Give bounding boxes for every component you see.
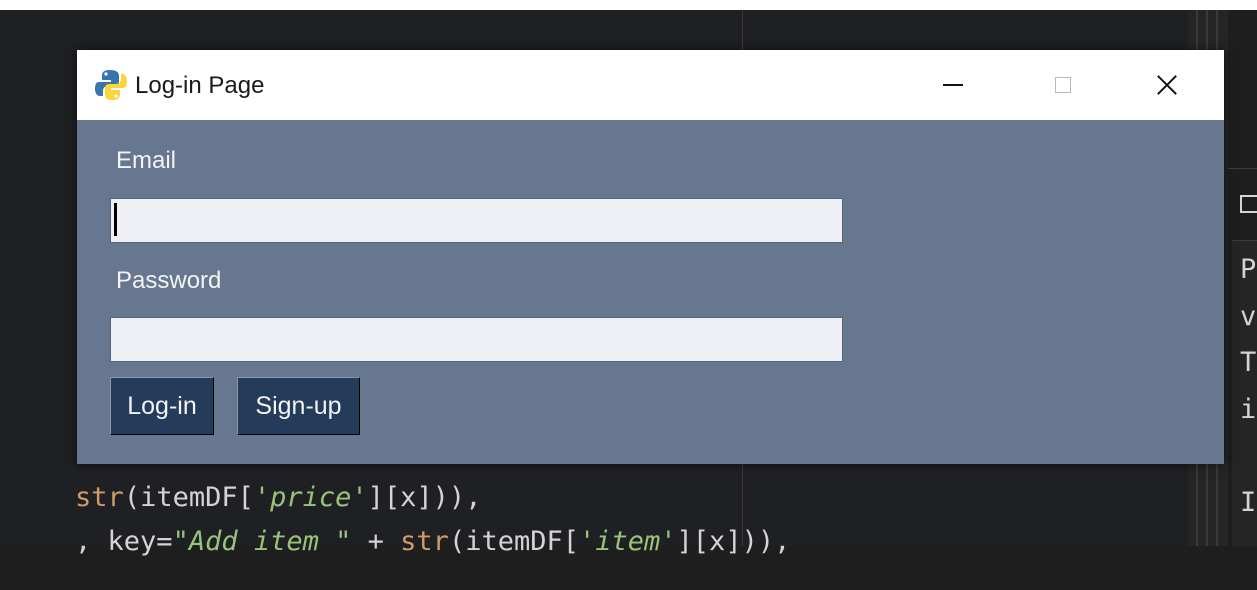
code-fragment: +	[351, 526, 401, 557]
minimize-icon	[943, 84, 963, 86]
code-fragment: str	[400, 526, 449, 557]
code-line: , key="Add item " + str(itemDF['item'][x…	[10, 494, 790, 590]
maximize-button[interactable]	[1013, 50, 1113, 120]
checkbox-icon[interactable]	[1240, 195, 1257, 213]
maximize-icon	[1055, 77, 1071, 93]
email-field[interactable]	[110, 198, 843, 243]
login-window: Log-in Page Email Password Log-in Sign-u…	[77, 50, 1224, 464]
close-button[interactable]	[1117, 50, 1217, 120]
code-fragment: "Add item "	[172, 526, 352, 557]
code-fragment: (itemDF[	[448, 526, 579, 557]
code-fragment: 'item'	[579, 526, 677, 557]
code-fragment: ][x])),	[676, 526, 791, 557]
window-title: Log-in Page	[135, 72, 265, 99]
code-fragment: , key=	[75, 526, 173, 557]
panel-text: P	[1240, 254, 1257, 285]
panel-divider	[1228, 168, 1257, 169]
panel-text: I	[1240, 487, 1257, 518]
login-button[interactable]: Log-in	[110, 377, 214, 435]
python-icon	[95, 70, 127, 100]
panel-text: T	[1240, 347, 1257, 378]
top-strip	[0, 0, 1257, 10]
window-titlebar[interactable]: Log-in Page	[77, 50, 1224, 120]
text-caret	[114, 203, 117, 236]
panel-text: v	[1240, 301, 1257, 332]
signup-button[interactable]: Sign-up	[237, 377, 360, 435]
minimize-button[interactable]	[903, 50, 1003, 120]
password-label: Password	[116, 267, 222, 294]
password-field[interactable]	[110, 317, 843, 362]
email-label: Email	[116, 147, 177, 174]
panel-text: i	[1240, 394, 1257, 425]
close-icon	[1157, 75, 1177, 95]
